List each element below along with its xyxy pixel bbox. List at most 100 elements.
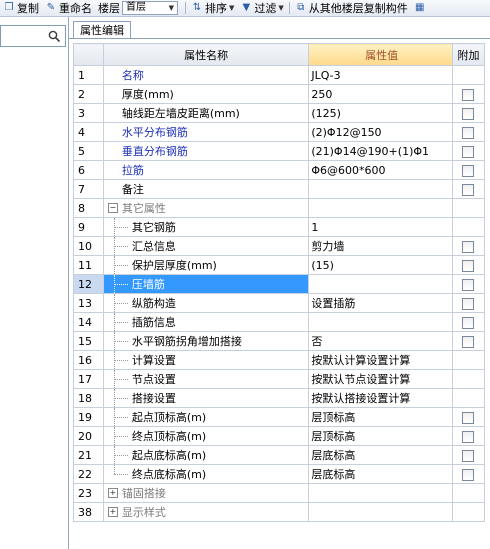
- property-name-cell[interactable]: 起点顶标高(m): [102, 407, 310, 427]
- property-name-cell[interactable]: 纵筋构造: [102, 293, 310, 313]
- sort-button[interactable]: ⇅ 排序 ▼: [188, 0, 237, 16]
- search-button[interactable]: [45, 28, 63, 44]
- table-row[interactable]: 8− 其它属性: [73, 198, 486, 218]
- attach-checkbox[interactable]: [462, 183, 475, 196]
- header-property-value[interactable]: 属性值: [308, 43, 453, 66]
- property-value-cell[interactable]: Φ6@600*600: [308, 160, 453, 180]
- property-value-cell[interactable]: 250: [308, 84, 453, 104]
- header-extra[interactable]: 附加: [451, 43, 486, 66]
- attach-checkbox[interactable]: [462, 259, 475, 272]
- attach-checkbox[interactable]: [462, 297, 475, 310]
- attach-checkbox[interactable]: [462, 449, 475, 462]
- table-row[interactable]: 14 插筋信息: [73, 312, 486, 332]
- property-value-cell[interactable]: (2)Φ12@150: [308, 122, 453, 142]
- attach-checkbox[interactable]: [462, 411, 475, 424]
- property-name-cell[interactable]: + 锚固搭接: [102, 483, 310, 503]
- table-row[interactable]: 17 节点设置 按默认节点设置计算: [73, 369, 486, 389]
- table-row[interactable]: 3 轴线距左墙皮距离(mm) (125): [73, 103, 486, 123]
- property-name-cell[interactable]: 其它钢筋: [102, 217, 310, 237]
- property-name-cell[interactable]: 搭接设置: [102, 388, 310, 408]
- table-row[interactable]: 16 计算设置 按默认计算设置计算: [73, 350, 486, 370]
- table-row[interactable]: 13 纵筋构造 设置插筋: [73, 293, 486, 313]
- copy-from-floor-button[interactable]: ⧉ 从其他楼层复制构件: [292, 0, 411, 16]
- property-value-cell[interactable]: [308, 502, 453, 522]
- attach-checkbox[interactable]: [462, 335, 475, 348]
- property-value-cell[interactable]: JLQ-3: [308, 65, 453, 85]
- property-name-cell[interactable]: 汇总信息: [102, 236, 310, 256]
- property-value-cell[interactable]: 按默认计算设置计算: [308, 350, 453, 370]
- property-name-cell[interactable]: 插筋信息: [102, 312, 310, 332]
- property-name-cell[interactable]: 节点设置: [102, 369, 310, 389]
- attach-checkbox[interactable]: [462, 145, 475, 158]
- property-name-cell[interactable]: 厚度(mm): [102, 84, 310, 104]
- property-name-cell[interactable]: 名称: [102, 65, 310, 85]
- attach-checkbox[interactable]: [462, 88, 475, 101]
- property-value-cell[interactable]: [308, 198, 453, 218]
- property-name-cell[interactable]: 终点顶标高(m): [102, 426, 310, 446]
- table-row[interactable]: 15 水平钢筋拐角增加搭接 否: [73, 331, 486, 351]
- expand-icon[interactable]: +: [107, 507, 118, 517]
- table-row[interactable]: 11 保护层厚度(mm) (15): [73, 255, 486, 275]
- table-row[interactable]: 20 终点顶标高(m) 层顶标高: [73, 426, 486, 446]
- table-row[interactable]: 5 垂直分布钢筋 (21)Φ14@190+(1)Φ1: [73, 141, 486, 161]
- property-value-cell[interactable]: 层底标高: [308, 445, 453, 465]
- table-row[interactable]: 22 终点底标高(m) 层底标高: [73, 464, 486, 484]
- attach-checkbox[interactable]: [462, 126, 475, 139]
- floor-dropdown[interactable]: 首层 ▼: [122, 1, 178, 15]
- property-value-cell[interactable]: (125): [308, 103, 453, 123]
- property-name-cell[interactable]: 计算设置: [102, 350, 310, 370]
- table-row[interactable]: 1 名称 JLQ-3: [73, 65, 486, 85]
- property-name-cell[interactable]: 垂直分布钢筋: [102, 141, 310, 161]
- property-name-cell[interactable]: 拉筋: [102, 160, 310, 180]
- property-value-cell[interactable]: 1: [308, 217, 453, 237]
- copy-button[interactable]: ❐ 复制: [0, 0, 42, 16]
- property-name-cell[interactable]: 起点底标高(m): [102, 445, 310, 465]
- table-row[interactable]: 4 水平分布钢筋 (2)Φ12@150: [73, 122, 486, 142]
- table-row[interactable]: 18 搭接设置 按默认搭接设置计算: [73, 388, 486, 408]
- property-name-cell[interactable]: 备注: [102, 179, 310, 199]
- property-value-cell[interactable]: 层顶标高: [308, 407, 453, 427]
- property-value-cell[interactable]: (21)Φ14@190+(1)Φ1: [308, 141, 453, 161]
- attach-checkbox[interactable]: [462, 164, 475, 177]
- property-name-cell[interactable]: 水平钢筋拐角增加搭接: [102, 331, 310, 351]
- property-name-cell[interactable]: 保护层厚度(mm): [102, 255, 310, 275]
- table-row[interactable]: 7 备注: [73, 179, 486, 199]
- property-value-cell[interactable]: 否: [308, 331, 453, 351]
- property-value-cell[interactable]: 层底标高: [308, 464, 453, 484]
- header-property-name[interactable]: 属性名称: [102, 43, 310, 66]
- collapse-icon[interactable]: −: [107, 203, 118, 213]
- property-value-cell[interactable]: 层顶标高: [308, 426, 453, 446]
- search-input[interactable]: [0, 25, 66, 47]
- property-name-cell[interactable]: − 其它属性: [102, 198, 310, 218]
- property-value-cell[interactable]: [308, 312, 453, 332]
- table-row[interactable]: 2 厚度(mm) 250: [73, 84, 486, 104]
- tab-property-edit[interactable]: 属性编辑: [73, 21, 131, 39]
- property-value-cell[interactable]: 按默认节点设置计算: [308, 369, 453, 389]
- filter-button[interactable]: ▼ 过滤 ▼: [237, 0, 286, 16]
- attach-checkbox[interactable]: [462, 240, 475, 253]
- table-row[interactable]: 19 起点顶标高(m) 层顶标高: [73, 407, 486, 427]
- property-value-cell[interactable]: 按默认搭接设置计算: [308, 388, 453, 408]
- table-row[interactable]: 6 拉筋 Φ6@600*600: [73, 160, 486, 180]
- table-row[interactable]: 10 汇总信息 剪力墙: [73, 236, 486, 256]
- property-value-cell[interactable]: (15): [308, 255, 453, 275]
- table-row[interactable]: 23 + 锚固搭接: [73, 483, 486, 503]
- rename-button[interactable]: ✎ 重命名: [42, 0, 95, 16]
- table-row[interactable]: 21 起点底标高(m) 层底标高: [73, 445, 486, 465]
- property-value-cell[interactable]: 设置插筋: [308, 293, 453, 313]
- attach-checkbox[interactable]: [462, 430, 475, 443]
- more-button[interactable]: ▦: [411, 0, 431, 16]
- property-name-cell[interactable]: 压墙筋: [102, 274, 310, 294]
- attach-checkbox[interactable]: [462, 316, 475, 329]
- property-value-cell[interactable]: [308, 274, 453, 294]
- expand-icon[interactable]: +: [107, 488, 118, 498]
- property-name-cell[interactable]: 终点底标高(m): [102, 464, 310, 484]
- property-value-cell[interactable]: 剪力墙: [308, 236, 453, 256]
- table-row[interactable]: 38 + 显示样式: [73, 502, 486, 522]
- attach-checkbox[interactable]: [462, 468, 475, 481]
- property-name-cell[interactable]: 水平分布钢筋: [102, 122, 310, 142]
- property-value-cell[interactable]: [308, 483, 453, 503]
- property-name-cell[interactable]: 轴线距左墙皮距离(mm): [102, 103, 310, 123]
- table-row[interactable]: 12 压墙筋: [73, 274, 486, 294]
- table-row[interactable]: 9 其它钢筋 1: [73, 217, 486, 237]
